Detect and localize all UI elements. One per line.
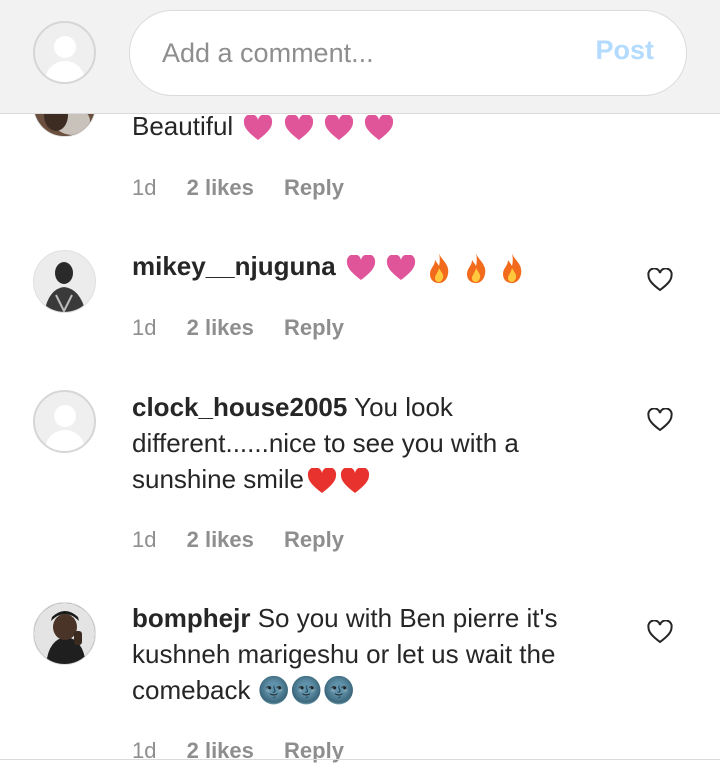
comment-input[interactable]	[162, 33, 582, 73]
pink-heart-emoji	[284, 115, 314, 141]
comment-text: Beautiful	[132, 111, 234, 141]
heart-outline-icon[interactable]	[647, 620, 673, 644]
comment-likes[interactable]: 2 likes	[187, 315, 254, 340]
commenter-avatar[interactable]	[33, 250, 96, 313]
fire-emoji	[499, 252, 525, 284]
comment-username[interactable]: bomphejr	[132, 603, 250, 633]
comment-meta: 1d 2 likes Reply	[132, 175, 368, 201]
comment-input-container[interactable]: Post	[129, 10, 687, 96]
comment-meta: 1d 2 likes Reply	[132, 527, 368, 553]
reply-button[interactable]: Reply	[284, 527, 344, 552]
comment-username[interactable]: clock_house2005	[132, 392, 347, 422]
red-heart-emoji	[340, 468, 370, 494]
commenter-avatar[interactable]	[33, 602, 96, 665]
pink-heart-emoji	[346, 255, 376, 281]
heart-outline-icon[interactable]	[647, 408, 673, 432]
comment-meta: 1d 2 likes Reply	[132, 738, 368, 764]
comment-meta: 1d 2 likes Reply	[132, 315, 368, 341]
comment-age: 1d	[132, 527, 157, 552]
comment-composer-bar: Post	[0, 0, 720, 114]
commenter-avatar[interactable]	[33, 390, 96, 453]
pink-heart-emoji	[386, 255, 416, 281]
comment-likes[interactable]: 2 likes	[187, 527, 254, 552]
comment-likes[interactable]: 2 likes	[187, 175, 254, 200]
reply-button[interactable]: Reply	[284, 175, 344, 200]
heart-outline-icon[interactable]	[647, 268, 673, 292]
current-user-avatar	[33, 21, 96, 84]
fire-emoji	[463, 252, 489, 284]
bottom-divider	[0, 759, 720, 760]
comment-username[interactable]: mikey__njuguna	[132, 251, 336, 281]
fire-emoji	[426, 252, 452, 284]
pink-heart-emoji	[243, 115, 273, 141]
post-button[interactable]: Post	[595, 35, 654, 66]
comment-age: 1d	[132, 315, 157, 340]
red-heart-emoji	[307, 468, 337, 494]
pink-heart-emoji	[364, 115, 394, 141]
pink-heart-emoji	[324, 115, 354, 141]
reply-button[interactable]: Reply	[284, 315, 344, 340]
comment-age: 1d	[132, 175, 157, 200]
